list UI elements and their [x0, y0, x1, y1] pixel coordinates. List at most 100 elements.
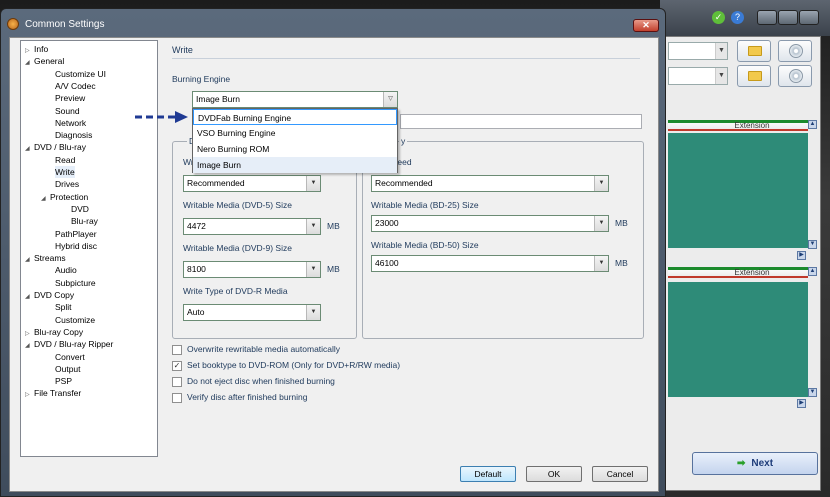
tree-item[interactable]: ▷ File Transfer	[25, 387, 81, 399]
burning-engine-select[interactable]: Image Burn ▽	[192, 91, 398, 108]
tree-item[interactable]: Drives	[55, 178, 79, 190]
maximize-button[interactable]	[778, 10, 798, 25]
tree-item-label: A/V Codec	[55, 80, 96, 91]
bd25-size-select[interactable]: 23000 ▼	[371, 215, 609, 232]
background-select-1[interactable]: ▼	[668, 42, 728, 60]
tree-item[interactable]: Write	[55, 166, 75, 178]
ok-button[interactable]: OK	[526, 466, 582, 482]
collapse-icon[interactable]: ◢	[25, 340, 34, 352]
collapse-icon[interactable]: ◢	[25, 254, 34, 266]
tree-item[interactable]: Sound	[55, 105, 80, 117]
window-close-button[interactable]	[799, 10, 819, 25]
checkbox-overwrite-rewritable[interactable]: Overwrite rewritable media automatically	[172, 344, 340, 356]
tree-item[interactable]: Customize	[55, 314, 95, 326]
folder-icon	[748, 46, 762, 56]
checkbox-box[interactable]	[172, 392, 182, 403]
checkbox-box-checked[interactable]: ✓	[172, 360, 182, 371]
disc-button-1[interactable]	[778, 40, 812, 62]
collapse-icon[interactable]: ◢	[25, 57, 34, 69]
content-list-1[interactable]	[668, 133, 808, 248]
expand-icon[interactable]: ▷	[25, 389, 34, 401]
tree-item[interactable]: DVD	[71, 203, 89, 215]
help-icon[interactable]: ?	[731, 11, 744, 24]
tree-item[interactable]: Customize UI	[55, 68, 106, 80]
checkbox-box[interactable]	[172, 376, 182, 387]
bluray-write-group: y Speed Recommended ▼ Writable Media (BD…	[362, 136, 644, 339]
tree-item[interactable]: Subpicture	[55, 277, 96, 289]
tree-item[interactable]: ◢ DVD / Blu-ray	[25, 141, 86, 153]
tree-item[interactable]: ◢ DVD Copy	[25, 289, 74, 301]
tree-item[interactable]: ◢ Streams	[25, 252, 66, 264]
tree-item[interactable]: ◢ Protection	[41, 191, 88, 203]
checkbox-do-not-eject[interactable]: Do not eject disc when finished burning	[172, 376, 335, 388]
bd-speed-select[interactable]: Recommended ▼	[371, 175, 609, 192]
panel-header-1: Extension	[668, 120, 808, 131]
checkbox-label: Set booktype to DVD-ROM (Only for DVD+R/…	[187, 360, 401, 370]
default-button[interactable]: Default	[460, 466, 516, 482]
checkbox-label: Overwrite rewritable media automatically	[187, 344, 341, 354]
app-icon	[7, 18, 19, 30]
collapse-icon[interactable]: ◢	[25, 143, 34, 155]
scroll-right-icon[interactable]: ▶	[797, 399, 806, 408]
tree-item[interactable]: A/V Codec	[55, 80, 96, 92]
cancel-button[interactable]: Cancel	[592, 466, 648, 482]
tree-item[interactable]: Network	[55, 117, 86, 129]
tree-item[interactable]: ▷ Blu-ray Copy	[25, 326, 83, 338]
bd50-size-select[interactable]: 46100 ▼	[371, 255, 609, 272]
browse-folder-button-2[interactable]	[737, 65, 771, 87]
dvd9-size-select[interactable]: 8100 ▼	[183, 261, 321, 278]
checkbox-box[interactable]	[172, 344, 182, 355]
tree-item[interactable]: Preview	[55, 92, 85, 104]
scroll-right-icon[interactable]: ▶	[797, 251, 806, 260]
check-icon[interactable]: ✓	[712, 11, 725, 24]
engine-option[interactable]: Image Burn	[193, 157, 397, 173]
tree-item[interactable]: Convert	[55, 351, 85, 363]
engine-option[interactable]: Nero Burning ROM	[193, 141, 397, 157]
tree-item[interactable]: PathPlayer	[55, 228, 97, 240]
engine-option[interactable]: DVDFab Burning Engine	[193, 109, 397, 125]
disc-button-2[interactable]	[778, 65, 812, 87]
tree-item[interactable]: Hybrid disc	[55, 240, 97, 252]
tree-item-label: Info	[34, 44, 49, 54]
tree-item[interactable]: Blu-ray	[71, 215, 98, 227]
dvd-speed-select[interactable]: Recommended ▼	[183, 175, 321, 192]
tree-item-label: Output	[55, 363, 81, 374]
background-select-2[interactable]: ▼	[668, 67, 728, 85]
scroll-up-icon[interactable]: ▲	[808, 120, 817, 129]
minimize-button[interactable]	[757, 10, 777, 25]
panel-header-label: Extension	[734, 268, 770, 277]
dvd9-size-value: 8100	[187, 264, 206, 274]
tree-item-label: Customize	[55, 314, 96, 325]
checkbox-verify-disc[interactable]: Verify disc after finished burning	[172, 392, 307, 404]
tree-item-label: DVD / Blu-ray Ripper	[34, 339, 114, 350]
tree-item[interactable]: ◢ General	[25, 55, 64, 67]
scroll-up-icon[interactable]: ▲	[808, 267, 817, 276]
next-button[interactable]: ➡ Next	[692, 452, 818, 475]
tree-item[interactable]: ▷ Info	[25, 43, 48, 55]
tree-item-label: Convert	[55, 351, 85, 362]
content-list-2[interactable]	[668, 282, 808, 397]
disc-icon	[789, 44, 803, 58]
checkbox-set-booktype[interactable]: ✓ Set booktype to DVD-ROM (Only for DVD+R…	[172, 360, 400, 372]
tree-item[interactable]: Output	[55, 363, 81, 375]
output-path-field[interactable]	[400, 114, 642, 129]
bd25-unit: MB	[615, 218, 628, 228]
close-button[interactable]: ✕	[633, 19, 659, 32]
browse-folder-button-1[interactable]	[737, 40, 771, 62]
tree-item[interactable]: PSP	[55, 375, 72, 387]
dvdr-type-select[interactable]: Auto ▼	[183, 304, 321, 321]
background-title-bar: ✓ ?	[660, 0, 830, 36]
collapse-icon[interactable]: ◢	[25, 291, 34, 303]
tree-item[interactable]: Diagnosis	[55, 129, 92, 141]
collapse-icon[interactable]: ◢	[41, 193, 50, 205]
tree-item[interactable]: Audio	[55, 264, 77, 276]
scroll-down-icon[interactable]: ▼	[808, 388, 817, 397]
dvd5-size-select[interactable]: 4472 ▼	[183, 218, 321, 235]
settings-tree[interactable]: ▷ Info ◢ General Customize UI A/V Codec Previe…	[20, 40, 158, 457]
tree-item[interactable]: Split	[55, 301, 72, 313]
tree-item-label: DVD Copy	[34, 290, 75, 300]
engine-option[interactable]: VSO Burning Engine	[193, 125, 397, 141]
tree-item[interactable]: Read	[55, 154, 75, 166]
tree-item[interactable]: ◢ DVD / Blu-ray Ripper	[25, 338, 113, 350]
scroll-down-icon[interactable]: ▼	[808, 240, 817, 249]
